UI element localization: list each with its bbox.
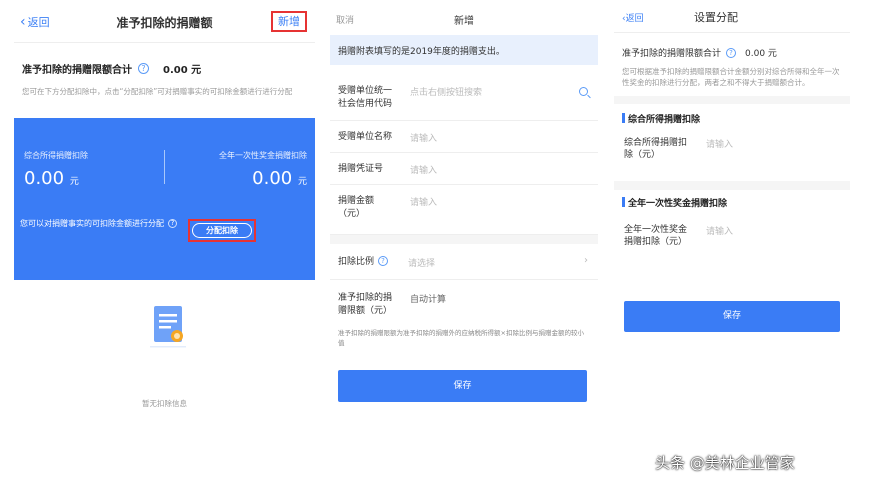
bonus-label: 全年一次性奖金捐赠扣除	[219, 151, 307, 160]
bonus-deduction: 全年一次性奖金捐赠扣除 0.00 元	[219, 150, 307, 189]
bonus-amount: 0.00 元	[252, 168, 307, 189]
voucher-row[interactable]: 捐赠凭证号 请输入	[330, 153, 598, 185]
header: ‹ 返回 准予扣除的捐赠额 新增	[14, 0, 315, 43]
bonus-label: 全年一次性奖金捐赠扣除（元）	[624, 225, 688, 247]
bonus-input[interactable]: 请输入	[706, 224, 733, 237]
limit-value: 自动计算	[410, 295, 447, 305]
unit-name-label: 受赠单位名称	[338, 132, 393, 142]
help-icon[interactable]: ?	[138, 63, 149, 74]
voucher-label: 捐赠凭证号	[338, 164, 384, 174]
limit-value: 0.00 元	[745, 49, 777, 59]
ratio-row[interactable]: 扣除比例 ? 请选择 ›	[330, 244, 598, 280]
comprehensive-row[interactable]: 综合所得捐赠扣除（元） 请输入	[614, 137, 850, 181]
formula-note: 准予扣除的捐赠限额为准予扣除的捐赠外的应纳税所得额×扣除比例与捐赠金额的较小值	[338, 329, 584, 347]
section-bonus: 全年一次性奖金捐赠扣除	[614, 196, 850, 209]
page-title: 新增	[454, 16, 474, 27]
description-text: 您可在下方分配扣除中，点击“分配扣除”可对捐赠事实的可扣除金额进行进行分配	[22, 87, 293, 96]
card-divider	[164, 150, 165, 184]
search-icon[interactable]	[579, 87, 588, 96]
amount-row[interactable]: 捐赠金额（元） 请输入	[330, 185, 598, 235]
bonus-row[interactable]: 全年一次性奖金捐赠扣除（元） 请输入	[614, 224, 850, 274]
description-text: 您可根据准予扣除的捐赠限额合计金额分别对综合所得和全年一次性奖金的扣除进行分配，…	[622, 67, 840, 87]
voucher-input[interactable]: 请输入	[410, 163, 437, 176]
page-title: 设置分配	[694, 11, 738, 24]
donation-list-screen: ‹ 返回 准予扣除的捐赠额 新增 准予扣除的捐赠限额合计 ? 0.00 元 您可…	[14, 0, 315, 480]
chevron-right-icon: ›	[584, 255, 588, 266]
back-button[interactable]: ‹返回	[622, 11, 644, 24]
save-button[interactable]: 保存	[624, 301, 840, 332]
notice-banner: 捐赠附表填写的是2019年度的捐赠支出。	[330, 35, 598, 65]
help-icon[interactable]: ?	[378, 256, 389, 266]
ratio-select[interactable]: 请选择	[408, 256, 435, 269]
watermark: 头条 @美林企业管家	[655, 454, 795, 472]
limit-label: 准予扣除的捐赠限额合计	[622, 49, 722, 59]
save-button[interactable]: 保存	[338, 370, 587, 402]
limit-label: 准予扣除的捐赠限额合计	[22, 65, 132, 76]
header: ‹返回 设置分配	[614, 0, 850, 33]
comprehensive-label: 综合所得捐赠扣除	[24, 151, 88, 160]
comprehensive-label: 综合所得捐赠扣除（元）	[624, 138, 688, 160]
section-gap	[614, 181, 850, 190]
deduction-summary-card: 综合所得捐赠扣除 0.00 元 全年一次性奖金捐赠扣除 0.00 元 您可以对捐…	[14, 118, 315, 280]
limit-row: 准予扣除的捐赠限额（元） 自动计算	[330, 280, 598, 324]
help-icon[interactable]: ?	[168, 219, 177, 228]
add-donation-screen: 取消 新增 捐赠附表填写的是2019年度的捐赠支出。 受赠单位统一社会信用代码 …	[330, 0, 598, 480]
ratio-label: 扣除比例	[338, 257, 375, 267]
empty-document-icon	[150, 306, 186, 348]
page-title: 准予扣除的捐赠额	[116, 16, 213, 30]
limit-value: 0.00 元	[163, 65, 202, 76]
empty-state: 暂无扣除信息	[14, 280, 315, 480]
allocate-hint: 您可以对捐赠事实的可扣除金额进行分配	[20, 219, 164, 228]
comprehensive-amount: 0.00 元	[24, 168, 79, 189]
unit-name-input[interactable]: 请输入	[410, 131, 437, 144]
back-label: 返回	[625, 14, 644, 24]
ratio-label-wrap: 扣除比例 ?	[338, 256, 398, 269]
allocation-screen: ‹返回 设置分配 准予扣除的捐赠限额合计 ? 0.00 元 您可根据准予扣除的捐…	[614, 0, 850, 480]
section-comprehensive: 综合所得捐赠扣除	[614, 112, 850, 125]
allocate-row: 您可以对捐赠事实的可扣除金额进行分配 ?	[14, 218, 315, 229]
credit-code-row[interactable]: 受赠单位统一社会信用代码 点击右侧按钮搜索	[330, 65, 598, 121]
section-gap	[330, 235, 598, 244]
limit-summary: 准予扣除的捐赠限额合计 ? 0.00 元	[14, 43, 315, 76]
credit-code-label: 受赠单位统一社会信用代码	[338, 86, 393, 109]
credit-code-input[interactable]: 点击右侧按钮搜索	[410, 85, 482, 98]
limit-label: 准予扣除的捐赠限额（元）	[338, 293, 393, 316]
comprehensive-input[interactable]: 请输入	[706, 137, 733, 150]
amount-input[interactable]: 请输入	[410, 195, 437, 208]
section-gap	[614, 96, 850, 104]
header: 取消 新增	[330, 0, 598, 35]
comprehensive-deduction: 综合所得捐赠扣除 0.00 元	[24, 150, 88, 189]
help-icon[interactable]: ?	[726, 47, 737, 58]
limit-summary: 准予扣除的捐赠限额合计 ? 0.00 元	[614, 33, 850, 59]
add-button[interactable]: 新增	[271, 11, 307, 32]
empty-text: 暂无扣除信息	[142, 399, 187, 408]
amount-label: 捐赠金额（元）	[338, 196, 375, 219]
allocate-button[interactable]: 分配扣除	[192, 223, 252, 238]
unit-name-row[interactable]: 受赠单位名称 请输入	[330, 121, 598, 153]
